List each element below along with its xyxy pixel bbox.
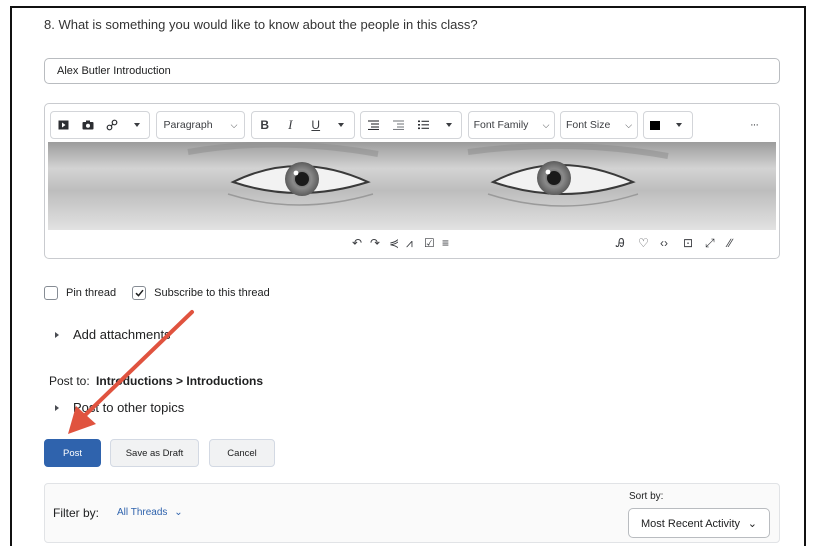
color-dropdown-icon [672, 115, 686, 135]
bold-button[interactable]: B [258, 115, 272, 135]
editor-bottom-bar: ↶ ↷ ⋞ ⩘ ☑ ≡ Ꭿ ♡ ‹› ⊡ ⤢ ∕∕ [48, 231, 776, 257]
chevron-down-icon: ⌵ [542, 119, 550, 130]
alignment-group [360, 111, 462, 139]
post-button[interactable]: Post [44, 439, 101, 467]
checkmark-icon [135, 289, 144, 297]
post-to-line: Post to: Introductions > Introductions [49, 374, 263, 388]
italic-button[interactable]: I [283, 115, 297, 135]
source-code-icon[interactable]: ‹› [660, 236, 668, 250]
chevron-down-icon: ⌄ [174, 507, 183, 518]
eyes-image [187, 142, 669, 207]
chevron-down-icon: ⌵ [625, 119, 633, 130]
chevron-down-icon: ⌵ [230, 119, 238, 130]
question-text: 8. What is something you would like to k… [44, 17, 478, 32]
post-to-other-topics-toggle[interactable]: Post to other topics [55, 400, 184, 415]
filter-dropdown[interactable]: All Threads ⌄ [117, 507, 183, 518]
expand-triangle-icon [55, 331, 59, 338]
subscribe-checkbox[interactable] [132, 286, 147, 300]
filter-sort-bar: Filter by: All Threads ⌄ Sort by: Most R… [44, 483, 780, 543]
font-family-label: Font Family [473, 119, 529, 131]
subscribe-label: Subscribe to this thread [154, 287, 270, 299]
fullscreen-icon[interactable]: ⤢ [705, 236, 715, 251]
pin-thread-checkbox[interactable] [44, 286, 58, 300]
color-swatch-icon [650, 120, 660, 130]
save-as-draft-button[interactable]: Save as Draft [110, 439, 199, 467]
chevron-down-icon: ⌄ [747, 518, 757, 530]
pin-thread-label: Pin thread [66, 287, 117, 299]
text-style-group: B I U [251, 111, 355, 139]
inserted-image-eyes[interactable] [48, 142, 776, 230]
rtl-direction-icon[interactable]: ⩘ [406, 236, 413, 251]
align-icon[interactable] [367, 115, 381, 135]
insert-group [50, 111, 150, 139]
font-family-select[interactable]: Font Family ⌵ [468, 111, 555, 139]
expand-triangle-icon [55, 404, 59, 411]
undo-icon[interactable]: ↶ [352, 236, 362, 250]
text-color-select[interactable] [643, 111, 693, 139]
indent-icon[interactable] [392, 115, 406, 135]
editor-toolbar: Paragraph ⌵ B I U Font Family ⌵ Font Siz… [50, 111, 774, 139]
post-to-destination: Introductions > Introductions [96, 374, 264, 388]
sort-dropdown[interactable]: Most Recent Activity ⌄ [628, 508, 770, 538]
subject-input[interactable] [44, 58, 780, 84]
preview-icon[interactable]: ⊡ [683, 236, 693, 250]
filter-value: All Threads [117, 507, 168, 518]
resize-handle-icon[interactable]: ∕∕ [728, 236, 732, 250]
text-style-more-dropdown-icon[interactable] [334, 115, 348, 135]
post-to-prefix: Post to: [49, 374, 90, 388]
list-more-dropdown-icon[interactable] [442, 115, 456, 135]
underline-button[interactable]: U [309, 115, 323, 135]
paragraph-format-label: Paragraph [163, 119, 213, 131]
filter-label: Filter by: [53, 506, 100, 520]
list-icon[interactable] [417, 115, 431, 135]
insert-image-icon[interactable] [81, 115, 95, 135]
format-lines-icon[interactable]: ≡ [442, 236, 449, 250]
insert-link-icon[interactable] [105, 115, 119, 135]
insert-more-dropdown-icon[interactable] [130, 115, 144, 135]
font-size-select[interactable]: Font Size ⌵ [560, 111, 638, 139]
paragraph-format-select[interactable]: Paragraph ⌵ [156, 111, 245, 139]
sort-value: Most Recent Activity [641, 518, 741, 530]
accessibility-checker-icon[interactable]: ♡ [638, 236, 649, 250]
more-actions-icon[interactable]: ··· [747, 115, 761, 135]
html-editor: Paragraph ⌵ B I U Font Family ⌵ Font Siz… [44, 103, 780, 259]
spellcheck-icon[interactable]: Ꭿ [616, 236, 625, 251]
sort-label: Sort by: [629, 491, 664, 502]
post-to-other-topics-label: Post to other topics [73, 400, 185, 415]
font-size-label: Font Size [565, 119, 611, 131]
add-attachments-label: Add attachments [73, 327, 171, 342]
ltr-direction-icon[interactable]: ⋞ [389, 236, 399, 250]
insert-video-icon[interactable] [56, 115, 70, 135]
add-attachments-toggle[interactable]: Add attachments [55, 327, 171, 342]
edit-properties-icon[interactable]: ☑ [424, 236, 435, 250]
redo-icon[interactable]: ↷ [370, 236, 380, 250]
cancel-button[interactable]: Cancel [209, 439, 275, 467]
pin-thread-option[interactable]: Pin thread Subscribe to this thread [44, 286, 270, 300]
